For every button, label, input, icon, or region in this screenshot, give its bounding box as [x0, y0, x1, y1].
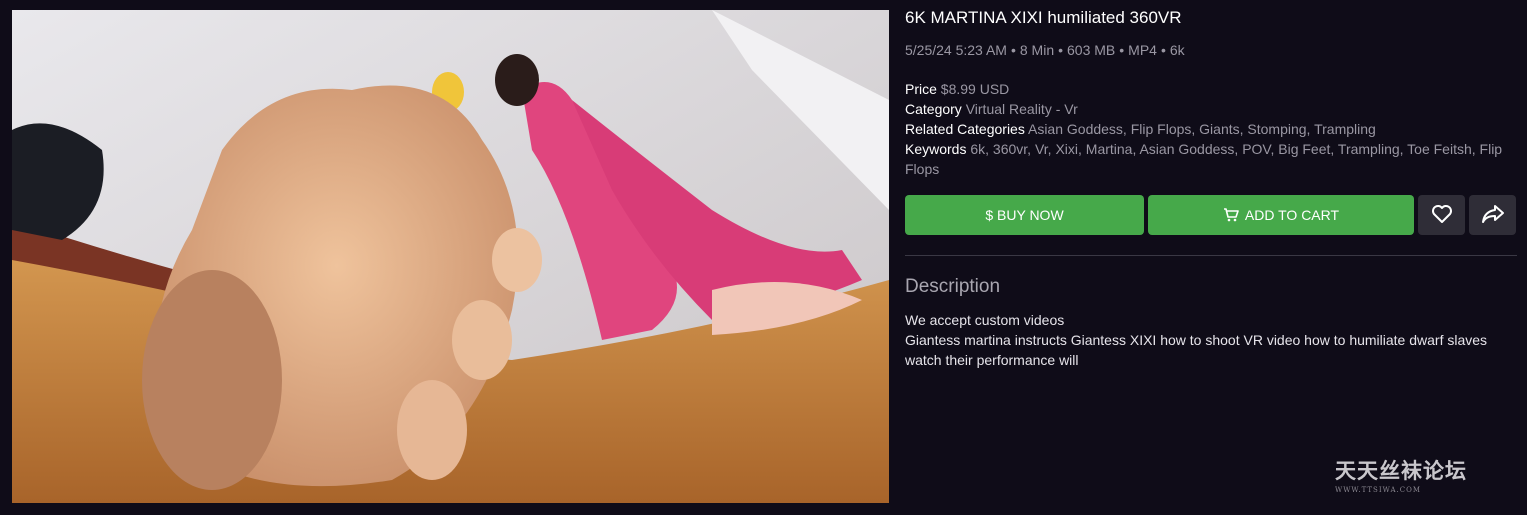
- related-categories-label: Related Categories: [905, 121, 1025, 137]
- meta-separator: •: [1160, 42, 1166, 58]
- meta-separator: •: [1119, 42, 1125, 58]
- price-row: Price $8.99 USD: [905, 79, 1517, 99]
- watermark-title: 天天丝袜论坛: [1335, 458, 1467, 483]
- meta-size: 603 MB: [1067, 42, 1116, 58]
- preview-illustration: [12, 10, 889, 503]
- price-value: $8.99 USD: [940, 81, 1010, 97]
- meta-separator: •: [1010, 42, 1016, 58]
- description-body: We accept custom videos Giantess martina…: [905, 310, 1505, 370]
- site-watermark: 天天丝袜论坛 WWW.TTSIWA.COM: [1335, 455, 1495, 494]
- related-categories-value[interactable]: Asian Goddess, Flip Flops, Giants, Stomp…: [1028, 121, 1376, 137]
- product-info: 6K MARTINA XIXI humiliated 360VR 5/25/24…: [905, 8, 1517, 179]
- related-categories-row: Related Categories Asian Goddess, Flip F…: [905, 119, 1517, 139]
- product-details: Price $8.99 USD Category Virtual Reality…: [905, 79, 1517, 179]
- description-line: Giantess martina instructs Giantess XIXI…: [905, 332, 1488, 368]
- keywords-label: Keywords: [905, 141, 967, 157]
- favorite-button[interactable]: [1418, 195, 1465, 235]
- price-label: Price: [905, 81, 937, 97]
- meta-resolution: 6k: [1169, 42, 1185, 58]
- meta-format: MP4: [1128, 42, 1157, 58]
- section-divider: [905, 255, 1517, 256]
- video-preview-image[interactable]: [12, 10, 889, 503]
- add-to-cart-label: ADD TO CART: [1244, 207, 1340, 223]
- watermark-url: WWW.TTSIWA.COM: [1335, 486, 1422, 494]
- category-value[interactable]: Virtual Reality - Vr: [966, 101, 1078, 117]
- meta-date: 5/25/24 5:23 AM: [905, 42, 1007, 58]
- heart-icon: [1431, 204, 1453, 227]
- meta-separator: •: [1058, 42, 1064, 58]
- keywords-value[interactable]: 6k, 360vr, Vr, Xixi, Martina, Asian Godd…: [905, 141, 1502, 177]
- category-label: Category: [905, 101, 962, 117]
- meta-duration: 8 Min: [1019, 42, 1055, 58]
- add-to-cart-button[interactable]: ADD TO CART: [1148, 195, 1414, 235]
- share-button[interactable]: [1469, 195, 1516, 235]
- purchase-actions: $ BUY NOW ADD TO CART: [905, 195, 1517, 235]
- product-title: 6K MARTINA XIXI humiliated 360VR: [905, 8, 1182, 27]
- category-row: Category Virtual Reality - Vr: [905, 99, 1517, 119]
- description-line: We accept custom videos: [905, 312, 1065, 328]
- buy-now-button[interactable]: $ BUY NOW: [905, 195, 1144, 235]
- keywords-row: Keywords 6k, 360vr, Vr, Xixi, Martina, A…: [905, 139, 1517, 179]
- description-heading: Description: [905, 276, 1001, 297]
- share-icon: [1481, 204, 1505, 227]
- cart-icon: [1223, 208, 1239, 222]
- product-meta: 5/25/24 5:23 AM • 8 Min • 603 MB • MP4 • 6k: [905, 41, 1517, 59]
